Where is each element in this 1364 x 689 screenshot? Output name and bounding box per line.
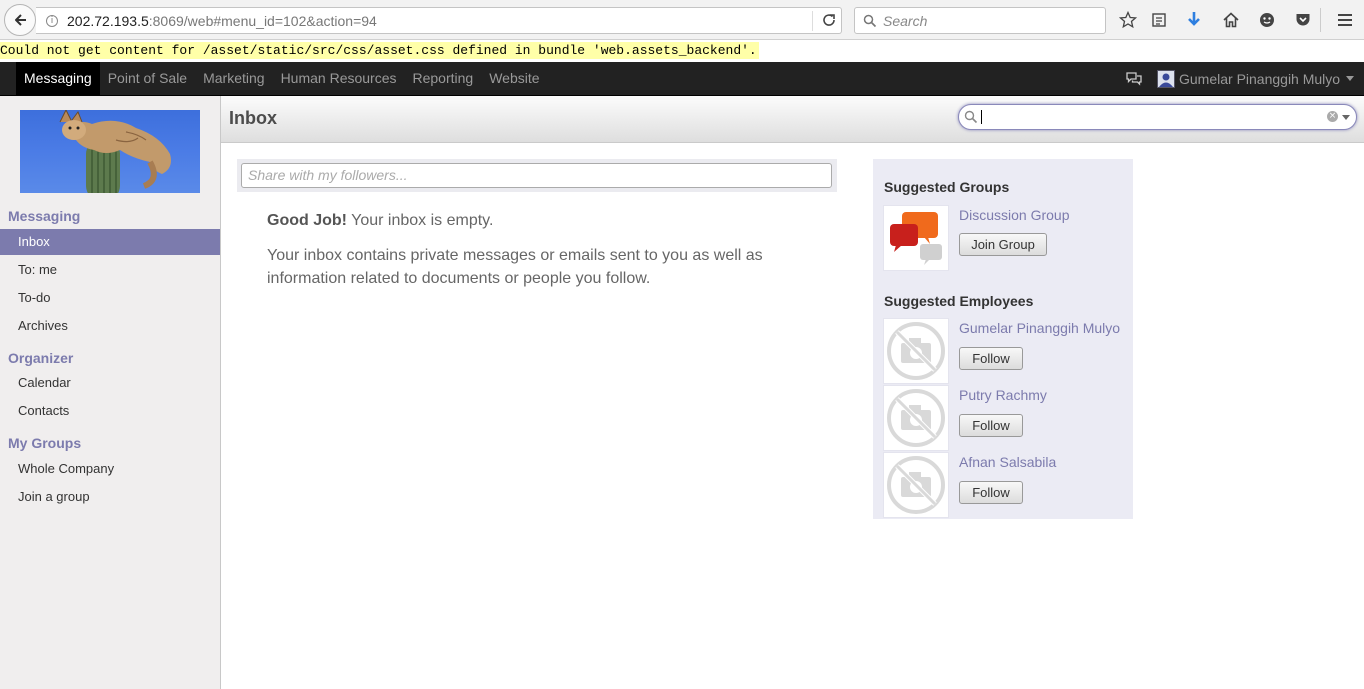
chevron-down-icon: [1346, 76, 1355, 81]
browser-toolbar: i 202.72.193.5:8069/web#menu_id=102&acti…: [0, 0, 1364, 40]
sidebar-section-my-groups[interactable]: My Groups: [8, 435, 81, 451]
page-title: Inbox: [229, 108, 277, 128]
employee-photo: [883, 318, 949, 384]
discussion-bubbles-icon: [890, 212, 942, 265]
employee-photo: [883, 385, 949, 451]
text-cursor: [981, 110, 982, 124]
suggested-employees-title: Suggested Employees: [884, 293, 1034, 309]
view-header: Inbox ×: [221, 96, 1364, 143]
sidebar-item-whole-company[interactable]: Whole Company: [0, 456, 220, 482]
smiley-icon[interactable]: [1258, 11, 1276, 29]
employee-name[interactable]: Afnan Salsabila: [959, 454, 1056, 470]
no-photo-icon: [887, 456, 945, 514]
url-path: :8069/web#menu_id=102&action=94: [148, 12, 377, 29]
search-options-icon[interactable]: [1342, 115, 1350, 120]
download-icon[interactable]: [1185, 11, 1203, 29]
menu-messaging[interactable]: Messaging: [16, 62, 100, 95]
sidebar-section-messaging[interactable]: Messaging: [8, 208, 80, 224]
toolbar-divider: [1320, 8, 1321, 32]
group-name[interactable]: Discussion Group: [959, 207, 1070, 223]
search-icon: [863, 14, 877, 27]
hamburger-menu-icon[interactable]: [1336, 11, 1354, 29]
employee-name[interactable]: Gumelar Pinanggih Mulyo: [959, 320, 1120, 336]
reload-icon[interactable]: [821, 12, 837, 28]
home-icon[interactable]: [1222, 11, 1240, 29]
top-navbar: Messaging Point of Sale Marketing Human …: [0, 62, 1364, 96]
group-image: [883, 205, 949, 271]
chat-icon[interactable]: [1125, 71, 1143, 87]
arrow-left-icon: [15, 14, 26, 26]
reading-list-icon[interactable]: [1150, 11, 1168, 29]
empty-inbox-title: Good Job! Your inbox is empty.: [267, 212, 493, 230]
no-photo-icon: [887, 389, 945, 447]
url-host: 202.72.193.5: [67, 12, 149, 29]
employee-name[interactable]: Putry Rachmy: [959, 387, 1047, 403]
url-separator: [812, 11, 813, 31]
menu-marketing[interactable]: Marketing: [195, 62, 272, 95]
sidebar-item-to-do[interactable]: To-do: [0, 285, 220, 311]
company-logo: [20, 110, 200, 193]
url-bar[interactable]: i 202.72.193.5:8069/web#menu_id=102&acti…: [36, 7, 842, 34]
sidebar: Messaging Inbox To: me To-do Archives Or…: [0, 96, 221, 689]
user-name: Gumelar Pinanggih Mulyo: [1179, 70, 1341, 87]
suggestions-panel: Suggested Groups Discussion Group Join G…: [873, 159, 1133, 519]
menu-website[interactable]: Website: [481, 62, 547, 95]
employee-photo: [883, 452, 949, 518]
clear-icon[interactable]: ×: [1327, 111, 1338, 122]
browser-search-input[interactable]: Search: [854, 7, 1106, 34]
sidebar-item-calendar[interactable]: Calendar: [0, 370, 220, 396]
menu-point-of-sale[interactable]: Point of Sale: [100, 62, 195, 95]
search-icon: [964, 110, 978, 124]
back-button[interactable]: [4, 4, 36, 36]
suggested-groups-title: Suggested Groups: [884, 179, 1010, 195]
asset-error-message: Could not get content for /asset/static/…: [0, 42, 759, 59]
user-avatar: [1157, 69, 1175, 88]
sidebar-item-join-a-group[interactable]: Join a group: [0, 484, 220, 510]
follow-button[interactable]: Follow: [959, 347, 1023, 370]
app-menu: Messaging Point of Sale Marketing Human …: [16, 62, 548, 95]
sidebar-item-contacts[interactable]: Contacts: [0, 398, 220, 424]
pocket-icon[interactable]: [1294, 11, 1312, 29]
message-composer: Share with my followers...: [237, 159, 837, 192]
cat-on-cactus-image: [59, 110, 171, 193]
bookmark-star-icon[interactable]: [1119, 11, 1137, 29]
join-group-button[interactable]: Join Group: [959, 233, 1047, 256]
no-photo-icon: [887, 322, 945, 380]
follow-button[interactable]: Follow: [959, 481, 1023, 504]
follow-button[interactable]: Follow: [959, 414, 1023, 437]
search-input[interactable]: ×: [958, 104, 1357, 130]
menu-reporting[interactable]: Reporting: [405, 62, 482, 95]
share-input[interactable]: Share with my followers...: [241, 163, 832, 188]
menu-human-resources[interactable]: Human Resources: [273, 62, 405, 95]
sidebar-item-inbox[interactable]: Inbox: [0, 229, 220, 255]
empty-inbox-rest: Your inbox is empty.: [346, 212, 494, 229]
info-icon[interactable]: i: [46, 14, 58, 27]
user-menu[interactable]: Gumelar Pinanggih Mulyo: [1157, 62, 1355, 95]
empty-inbox-strong: Good Job!: [267, 212, 347, 229]
sidebar-item-archives[interactable]: Archives: [0, 313, 220, 339]
sidebar-section-organizer[interactable]: Organizer: [8, 350, 73, 366]
browser-search-placeholder: Search: [883, 12, 928, 29]
empty-inbox-description: Your inbox contains private messages or …: [267, 247, 763, 287]
sidebar-item-to-me[interactable]: To: me: [0, 257, 220, 283]
